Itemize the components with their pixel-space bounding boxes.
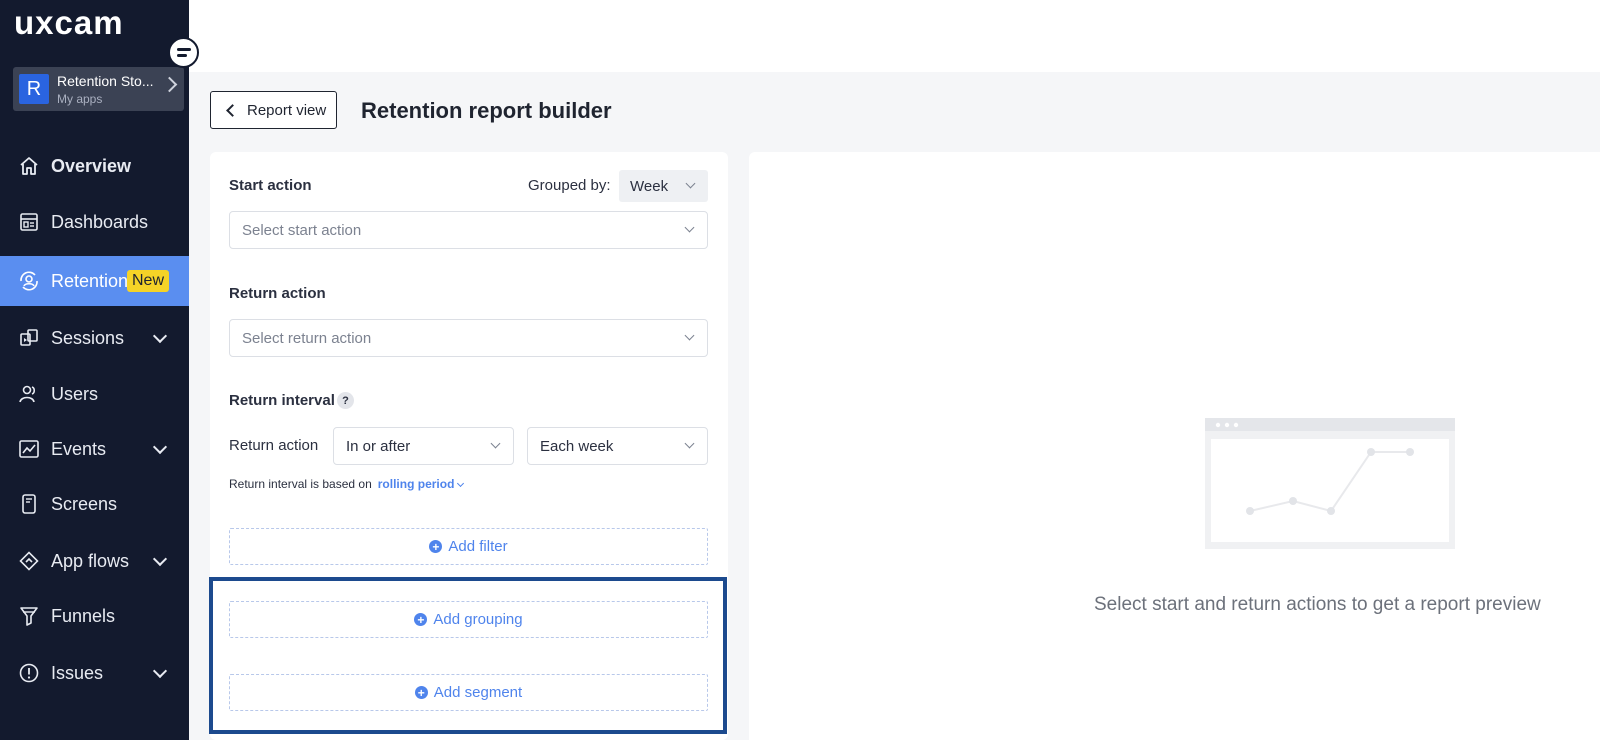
- nav-item-screens[interactable]: Screens: [0, 479, 189, 529]
- grouped-by-select[interactable]: Week: [619, 170, 708, 202]
- chevron-down-icon: [684, 330, 695, 341]
- nav-item-funnels[interactable]: Funnels: [0, 591, 189, 641]
- chevron-down-icon: [684, 438, 695, 449]
- interval-condition-value: In or after: [346, 437, 411, 455]
- highlight-box: [209, 577, 727, 734]
- chevron-down-icon: [490, 438, 501, 449]
- nav-label: App flows: [51, 550, 130, 571]
- report-preview-panel: [749, 152, 1600, 740]
- screens-icon: [18, 493, 40, 515]
- return-interval-label: Return interval: [229, 392, 335, 409]
- interval-condition-select[interactable]: In or after: [333, 427, 514, 465]
- nav-label: Issues: [51, 662, 104, 683]
- uxcam-logo[interactable]: uxcam: [14, 4, 124, 42]
- nav-label: Retention: [51, 270, 129, 291]
- interval-note-text: Return interval is based on: [229, 477, 372, 491]
- collapse-sidebar-button[interactable]: [168, 37, 199, 68]
- app-name: Retention Sto...: [57, 73, 154, 89]
- nav-label: Overview: [51, 155, 132, 176]
- nav-label: Users: [51, 383, 99, 404]
- plus-circle-icon: +: [429, 540, 443, 553]
- chevron-down-icon[interactable]: [152, 439, 168, 454]
- nav-item-app-flows[interactable]: App flows: [0, 536, 189, 586]
- start-action-placeholder: Select start action: [242, 221, 362, 239]
- preview-empty-message: Select start and return actions to get a…: [1094, 594, 1541, 615]
- sessions-icon: [18, 327, 40, 349]
- app-avatar: R: [19, 74, 49, 104]
- chevron-down-icon: [684, 222, 695, 233]
- chevron-down-icon: [457, 479, 465, 488]
- page-title: Retention report builder: [361, 98, 612, 123]
- chevron-down-icon[interactable]: [152, 328, 168, 343]
- return-action-select[interactable]: Select return action: [229, 319, 708, 357]
- chevron-down-icon[interactable]: [152, 663, 168, 678]
- chevron-right-icon: [161, 76, 178, 93]
- interval-period-select[interactable]: Each week: [527, 427, 708, 465]
- grouped-by-value: Week: [630, 177, 669, 195]
- return-action-label: Return action: [229, 285, 326, 302]
- nav-label: Dashboards: [51, 211, 149, 232]
- nav-item-retention[interactable]: Retention New: [0, 256, 189, 306]
- grouped-by-label: Grouped by:: [528, 177, 611, 194]
- nav-label: Events: [51, 438, 107, 459]
- add-filter-button[interactable]: + Add filter: [229, 528, 708, 565]
- help-icon[interactable]: ?: [337, 392, 354, 409]
- issues-icon: [18, 662, 40, 684]
- interval-note: Return interval is based on rolling perio…: [229, 477, 465, 491]
- nav-item-sessions[interactable]: Sessions: [0, 313, 189, 363]
- interval-row-label: Return action: [229, 437, 319, 454]
- nav-label: Screens: [51, 493, 118, 514]
- sidebar: uxcam R Retention Sto... My apps Overvie…: [0, 0, 189, 740]
- start-action-select[interactable]: Select start action: [229, 211, 708, 249]
- app-flows-icon: [18, 550, 40, 572]
- add-filter-label: Add filter: [448, 538, 508, 555]
- nav-item-dashboards[interactable]: Dashboards: [0, 197, 189, 247]
- funnel-icon: [18, 605, 40, 627]
- chevron-down-icon[interactable]: [152, 551, 168, 566]
- chevron-down-icon: [685, 178, 696, 189]
- rolling-period-link[interactable]: rolling period: [378, 477, 455, 491]
- nav-item-issues[interactable]: Issues: [0, 648, 189, 698]
- app-subtitle: My apps: [57, 92, 103, 106]
- dashboard-icon: [18, 211, 40, 233]
- chart-placeholder-illustration: [1205, 418, 1455, 549]
- nav-item-users[interactable]: Users: [0, 369, 189, 419]
- users-icon: [18, 383, 40, 405]
- events-icon: [18, 438, 40, 460]
- back-button-label: Report view: [247, 101, 327, 119]
- start-action-label: Start action: [229, 177, 312, 194]
- nav-label: Sessions: [51, 327, 125, 348]
- nav-item-events[interactable]: Events: [0, 424, 189, 474]
- retention-icon: [18, 270, 40, 292]
- report-view-back-button[interactable]: Report view: [210, 91, 337, 129]
- interval-period-value: Each week: [540, 437, 614, 455]
- app-switcher[interactable]: R Retention Sto... My apps: [13, 67, 184, 111]
- nav-label: Funnels: [51, 605, 116, 626]
- chevron-left-icon: [226, 103, 239, 117]
- top-header: [189, 0, 1600, 72]
- home-icon: [18, 155, 40, 177]
- new-badge: New: [127, 270, 170, 292]
- nav-item-overview[interactable]: Overview: [0, 141, 189, 191]
- return-action-placeholder: Select return action: [242, 329, 372, 347]
